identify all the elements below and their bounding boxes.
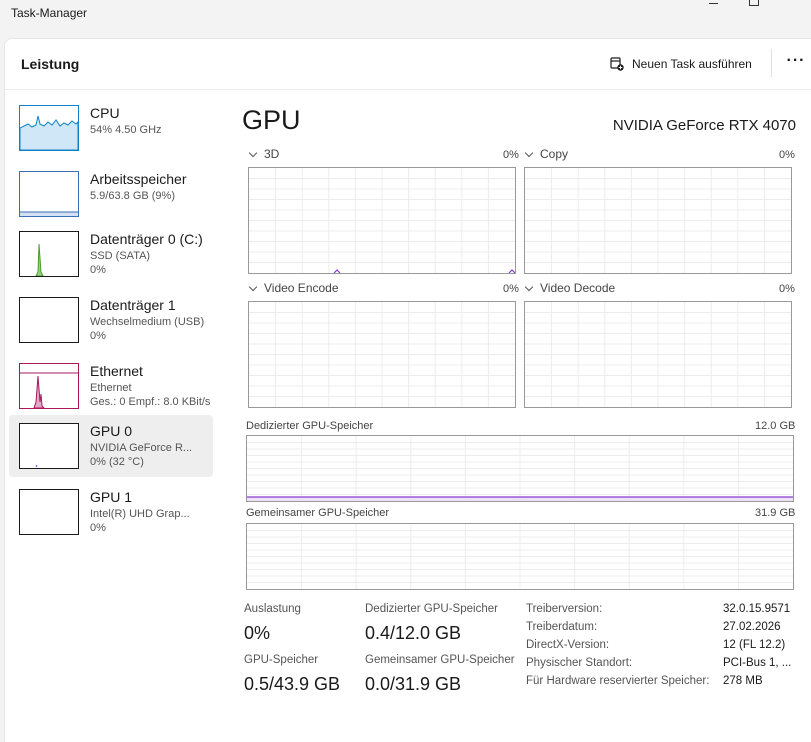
sidebar-item-disk-1[interactable]: Datenträger 1 Wechselmedium (USB) 0% [9,289,213,351]
sidebar-item-title: Arbeitsspeicher [90,171,187,187]
engine-selector-video-decode[interactable]: Video Decode [524,281,615,295]
driver-date-value: 27.02.2026 [723,621,781,633]
sidebar-item-title: Datenträger 0 (C:) [90,231,203,247]
shared-memory-graph [246,523,794,590]
gpu-0-thumbnail-graph [19,423,79,469]
shared-memory-stat-value: 0.0/31.9 GB [365,674,462,694]
sidebar-item-subtitle: Intel(R) UHD Grap... [90,508,190,520]
usage-label: Auslastung [244,603,301,615]
sidebar-item-title: Datenträger 1 [90,297,176,313]
engine-name: Video Encode [264,281,339,295]
sidebar-item-detail: 0% [90,330,106,342]
physical-location-label: Physischer Standort: [526,657,633,669]
sidebar-item-detail: 0% [90,264,106,276]
sidebar-item-title: GPU 1 [90,489,133,505]
dedicated-memory-stat-label: Dedizierter GPU-Speicher [365,603,498,615]
gpu-memory-value: 0.5/43.9 GB [244,674,341,694]
engine-selector-3d[interactable]: 3D [248,147,279,161]
dedicated-memory-graph [246,435,794,502]
engine-max-label: 0% [779,283,795,295]
directx-version-label: DirectX-Version: [526,639,610,651]
sidebar-item-subtitle: NVIDIA GeForce R... [90,442,193,454]
dedicated-memory-max: 12.0 GB [755,420,796,432]
chevron-down-icon [248,282,258,291]
engine-max-label: 0% [503,149,519,161]
engine-max-label: 0% [503,283,519,295]
gpu-model-name: NVIDIA GeForce RTX 4070 [612,117,796,134]
hardware-reserved-memory-value: 278 MB [723,675,763,687]
sidebar-item-detail: 0% [90,522,106,534]
shared-memory-max: 31.9 GB [755,507,796,519]
directx-version-value: 12 (FL 12.2) [723,639,786,651]
engine-name: 3D [264,147,280,161]
shared-memory-label: Gemeinsamer GPU-Speicher [246,507,390,519]
shared-memory-stat-label: Gemeinsamer GPU-Speicher [365,654,515,666]
sidebar-item-detail: 0% (32 °C) [90,456,144,468]
engine-graph-video-encode [248,301,516,408]
physical-location-value: PCI-Bus 1, ... [723,657,792,669]
title-bar: Task-Manager [0,0,811,36]
sidebar-item-disk-0[interactable]: Datenträger 0 (C:) SSD (SATA) 0% [9,223,213,285]
engine-graph-3d [248,167,516,274]
sidebar-item-subtitle: Wechselmedium (USB) [90,316,205,328]
sidebar-item-subtitle: SSD (SATA) [90,250,151,262]
sidebar-item-title: Ethernet [90,363,143,379]
driver-date-label: Treiberdatum: [526,621,598,633]
sidebar-item-gpu-0[interactable]: GPU 0 NVIDIA GeForce R... 0% (32 °C) [9,415,213,477]
minimize-button[interactable] [697,0,729,10]
sidebar-item-cpu[interactable]: CPU 54% 4.50 GHz [9,97,213,159]
driver-version-label: Treiberversion: [526,603,603,615]
performance-panel: Leistung Neuen Task ausführen ··· CPU 54… [4,38,811,742]
sidebar-item-detail: Ges.: 0 Empf.: 8.0 KBit/s [90,396,211,408]
sidebar-item-ethernet[interactable]: Ethernet Ethernet Ges.: 0 Empf.: 8.0 KBi… [9,355,213,417]
page-title: Leistung [21,56,80,72]
sidebar-item-title: CPU [90,105,120,121]
disk-1-thumbnail-graph [19,297,79,343]
run-task-icon [610,57,624,71]
cpu-thumbnail-graph [19,105,79,151]
engine-graph-video-decode [524,301,792,408]
maximize-button[interactable] [737,0,769,10]
sidebar-item-memory[interactable]: Arbeitsspeicher 5.9/63.8 GB (9%) [9,163,213,225]
gpu-memory-label: GPU-Speicher [244,654,319,666]
engine-max-label: 0% [779,149,795,161]
sidebar-item-subtitle: 54% 4.50 GHz [90,124,162,136]
header-divider [771,49,772,77]
run-task-label: Neuen Task ausführen [632,57,752,71]
sidebar-item-subtitle: Ethernet [90,382,132,394]
engine-selector-copy[interactable]: Copy [524,147,568,161]
engine-selector-video-encode[interactable]: Video Encode [248,281,339,295]
sidebar-item-subtitle: 5.9/63.8 GB (9%) [90,190,175,202]
engine-name: Video Decode [540,281,616,295]
driver-version-value: 32.0.15.9571 [723,603,791,615]
chevron-down-icon [248,148,258,157]
sidebar-item-gpu-1[interactable]: GPU 1 Intel(R) UHD Grap... 0% [9,481,213,543]
gpu-1-thumbnail-graph [19,489,79,535]
sidebar-item-title: GPU 0 [90,423,133,439]
ethernet-thumbnail-graph [19,363,79,409]
run-new-task-button[interactable]: Neuen Task ausführen [610,52,752,76]
page-heading: GPU [242,105,301,135]
memory-thumbnail-graph [19,171,79,217]
hardware-reserved-memory-label: Für Hardware reservierter Speicher: [526,675,710,687]
page-header: Leistung Neuen Task ausführen ··· [5,39,811,90]
more-options-button[interactable]: ··· [783,51,809,75]
usage-value: 0% [244,623,271,643]
dedicated-memory-stat-value: 0.4/12.0 GB [365,623,462,643]
chevron-down-icon [524,148,534,157]
window-title: Task-Manager [11,6,88,20]
engine-graph-copy [524,167,792,274]
disk-0-thumbnail-graph [19,231,79,277]
dedicated-memory-label: Dedizierter GPU-Speicher [246,420,374,432]
engine-name: Copy [540,147,569,161]
chevron-down-icon [524,282,534,291]
